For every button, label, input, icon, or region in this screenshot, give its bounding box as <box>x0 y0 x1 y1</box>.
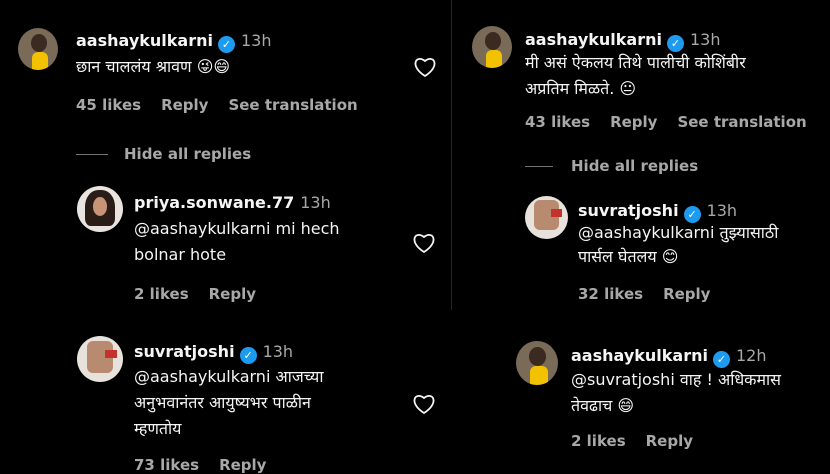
username-text[interactable]: suvratjoshi <box>134 342 235 361</box>
comment-text-line: तेवढाच 😄 <box>571 396 635 415</box>
comment-username[interactable]: suvratjoshi ✓ 13h <box>578 201 737 223</box>
hide-replies-label[interactable]: Hide all replies <box>571 157 698 175</box>
comment-actions: 2 likes Reply <box>571 432 713 450</box>
comment-text: @aashaykulkarni mi hech bolnar hote <box>134 216 414 268</box>
comment-text: छान चाललंय श्रावण 😜😄 <box>76 57 231 76</box>
divider-line <box>76 154 108 155</box>
comment-username[interactable]: aashaykulkarni ✓ 12h <box>571 346 766 368</box>
comment-text-line: म्हणतोय <box>134 419 182 438</box>
comment-time: 13h <box>240 31 272 50</box>
reply-button[interactable]: Reply <box>610 113 657 131</box>
reply-button[interactable]: Reply <box>663 285 710 303</box>
comment-actions: 43 likes Reply See translation <box>525 113 827 131</box>
likes-count[interactable]: 73 likes <box>134 456 199 474</box>
comment-actions: 73 likes Reply <box>134 456 286 474</box>
likes-count[interactable]: 45 likes <box>76 96 141 114</box>
comment-text-line: @aashaykulkarni आजच्या <box>134 367 324 386</box>
username-text[interactable]: suvratjoshi <box>578 201 679 220</box>
avatar[interactable] <box>525 196 568 239</box>
reply-button[interactable]: Reply <box>646 432 693 450</box>
likes-count[interactable]: 32 likes <box>578 285 643 303</box>
username-text[interactable]: aashaykulkarni <box>571 346 708 365</box>
comment-text: @suvratjoshi वाह ! अधिकमास तेवढाच 😄 <box>571 367 821 419</box>
comment-username[interactable]: suvratjoshi ✓ 13h <box>134 342 293 364</box>
like-heart-icon[interactable] <box>413 56 437 78</box>
comment-text: @aashaykulkarni आजच्या अनुभवानंतर आयुष्य… <box>134 364 414 442</box>
comment-actions: 2 likes Reply <box>134 285 276 303</box>
likes-count[interactable]: 2 likes <box>134 285 189 303</box>
comment-text-line: पार्सल घेतलय 😊 <box>578 247 679 266</box>
reply-button[interactable]: Reply <box>209 285 256 303</box>
likes-count[interactable]: 2 likes <box>571 432 626 450</box>
comment-username[interactable]: priya.sonwane.77 13h <box>134 193 331 212</box>
comment-text-line: @aashaykulkarni तुझ्यासाठी <box>578 223 779 242</box>
left-thread: aashaykulkarni ✓ 13h छान चाललंय श्रावण 😜😄 … <box>0 0 450 474</box>
comment-time: 13h <box>689 30 721 49</box>
avatar[interactable] <box>77 336 123 382</box>
hide-replies-label[interactable]: Hide all replies <box>124 145 251 163</box>
comment-time: 13h <box>262 342 294 361</box>
comment-actions: 45 likes Reply See translation <box>76 96 378 114</box>
username-text[interactable]: priya.sonwane.77 <box>134 193 294 212</box>
comment-text-line: अनुभवानंतर आयुष्यभर पाळीन <box>134 393 311 412</box>
avatar[interactable] <box>472 26 512 68</box>
see-translation-button[interactable]: See translation <box>677 113 806 131</box>
comment-username[interactable]: aashaykulkarni ✓ 13h <box>76 31 271 53</box>
verified-badge-icon: ✓ <box>712 351 730 368</box>
right-thread: aashaykulkarni ✓ 13h मी असं ऐकलय तिथे पाली… <box>452 0 830 466</box>
likes-count[interactable]: 43 likes <box>525 113 590 131</box>
comment-text-line: bolnar hote <box>134 245 227 264</box>
avatar[interactable] <box>18 28 58 70</box>
comment-text-line: अप्रतिम मिळते. 😐 <box>525 79 637 98</box>
divider-line <box>525 166 553 167</box>
comment-text: मी असं ऐकलय तिथे पालीची कोशिंबीर अप्रतिम… <box>525 50 825 102</box>
comment-time: 13h <box>300 193 331 212</box>
verified-badge-icon: ✓ <box>217 36 235 53</box>
comment-text: @aashaykulkarni तुझ्यासाठी पार्सल घेतलय … <box>578 221 818 269</box>
comment-time: 13h <box>706 201 738 220</box>
reply-button[interactable]: Reply <box>161 96 208 114</box>
comment-text-line: @aashaykulkarni mi hech <box>134 219 340 238</box>
avatar[interactable] <box>516 341 558 385</box>
like-heart-icon[interactable] <box>412 232 436 254</box>
hide-replies-button[interactable]: Hide all replies <box>76 145 251 163</box>
comment-username[interactable]: aashaykulkarni ✓ 13h <box>525 30 720 52</box>
username-text[interactable]: aashaykulkarni <box>76 31 213 50</box>
comment-actions: 32 likes Reply <box>578 285 730 303</box>
comment-text-line: @suvratjoshi वाह ! अधिकमास <box>571 370 781 389</box>
comment-time: 12h <box>735 346 767 365</box>
comment-text-line: मी असं ऐकलय तिथे पालीची कोशिंबीर <box>525 53 746 72</box>
hide-replies-button[interactable]: Hide all replies <box>525 157 698 175</box>
like-heart-icon[interactable] <box>412 393 436 415</box>
verified-badge-icon: ✓ <box>239 347 257 364</box>
see-translation-button[interactable]: See translation <box>228 96 357 114</box>
username-text[interactable]: aashaykulkarni <box>525 30 662 49</box>
avatar[interactable] <box>77 186 123 232</box>
reply-button[interactable]: Reply <box>219 456 266 474</box>
